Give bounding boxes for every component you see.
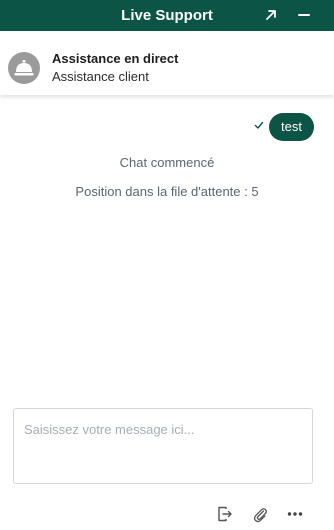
system-message-chat-started: Chat commencé (119, 155, 215, 170)
agent-avatar (8, 52, 40, 84)
minimize-button[interactable] (295, 6, 313, 24)
paperclip-icon (253, 508, 267, 523)
service-bell-icon (14, 60, 34, 76)
minus-icon (298, 14, 310, 16)
message-input[interactable] (14, 409, 312, 483)
exit-chat-icon (218, 506, 232, 522)
agent-info-bar: Assistance en direct Assistance client (0, 31, 334, 95)
end-chat-button[interactable] (216, 505, 234, 523)
attach-file-button[interactable] (251, 505, 269, 523)
arrow-up-right-icon (266, 10, 276, 20)
user-message-bubble: test (269, 113, 314, 141)
agent-name: Assistance en direct (52, 51, 179, 66)
chat-title: Live Support (121, 7, 213, 24)
checkmark-icon (254, 121, 264, 129)
more-options-button[interactable] (286, 505, 304, 523)
message-list: test Chat commencé Position dans la file… (0, 96, 334, 396)
chat-toolbar (0, 500, 334, 526)
popout-button[interactable] (262, 6, 280, 24)
system-message-queue-position: Position dans la file d'attente : 5 (75, 184, 259, 199)
more-options-icon (287, 512, 303, 516)
chat-header: Live Support (0, 0, 334, 31)
message-composer (13, 408, 313, 484)
agent-subtitle: Assistance client (52, 69, 149, 84)
